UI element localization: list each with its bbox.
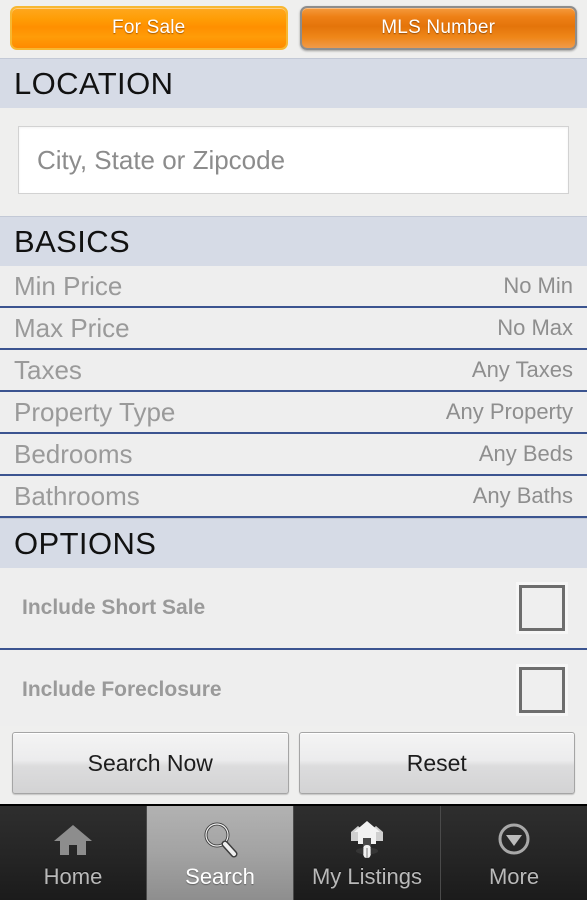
magnifier-icon (198, 818, 242, 862)
section-title-options: OPTIONS (14, 525, 157, 561)
row-bathrooms-value: Any Baths (472, 483, 573, 508)
tab-home-label: Home (43, 864, 103, 889)
search-now-button-label: Search Now (87, 749, 213, 776)
row-include-short-sale-label: Include Short Sale (22, 596, 206, 619)
section-header-location: LOCATION (0, 58, 587, 108)
action-button-bar: Search Now Reset (0, 726, 587, 804)
row-taxes-value: Any Taxes (471, 357, 573, 382)
tab-mls-number[interactable]: MLS Number (299, 6, 577, 50)
row-property-type[interactable]: Property Type Any Property (0, 392, 587, 434)
row-taxes[interactable]: Taxes Any Taxes (0, 350, 587, 392)
row-include-foreclosure[interactable]: Include Foreclosure (0, 650, 587, 732)
search-form-scroll-area[interactable]: LOCATION City, State or Zipcode BASICS M… (0, 58, 587, 804)
row-include-foreclosure-label: Include Foreclosure (22, 678, 222, 701)
row-bedrooms-value: Any Beds (478, 441, 573, 466)
row-taxes-label: Taxes (14, 354, 82, 385)
section-header-basics: BASICS (0, 216, 587, 266)
tab-search-label: Search (185, 864, 255, 889)
chevron-down-circle-icon (492, 818, 536, 862)
search-mode-toggle-bar: For Sale MLS Number (0, 0, 587, 58)
tab-my-listings-label: My Listings (311, 864, 423, 889)
row-bedrooms-label: Bedrooms (14, 438, 133, 469)
tab-search[interactable]: Search (147, 806, 294, 900)
row-property-type-label: Property Type (14, 396, 176, 427)
tab-home[interactable]: Home (0, 806, 147, 900)
tab-for-sale[interactable]: For Sale (10, 6, 288, 50)
row-min-price-label: Min Price (14, 270, 123, 301)
checkbox-include-short-sale[interactable] (519, 585, 565, 631)
tab-my-listings[interactable]: My Listings (294, 806, 441, 900)
row-include-short-sale[interactable]: Include Short Sale (0, 568, 587, 650)
tab-for-sale-label: For Sale (112, 17, 186, 38)
row-max-price[interactable]: Max Price No Max (0, 308, 587, 350)
row-bathrooms[interactable]: Bathrooms Any Baths (0, 476, 587, 518)
tab-mls-number-label: MLS Number (381, 17, 496, 38)
row-bedrooms[interactable]: Bedrooms Any Beds (0, 434, 587, 476)
tab-more-label: More (488, 864, 540, 889)
location-search-input[interactable]: City, State or Zipcode (18, 126, 569, 194)
row-max-price-value: No Max (497, 315, 573, 340)
row-min-price[interactable]: Min Price No Min (0, 266, 587, 308)
row-bathrooms-label: Bathrooms (14, 480, 140, 511)
reset-button[interactable]: Reset (298, 732, 575, 794)
section-title-location: LOCATION (14, 65, 174, 101)
row-property-type-value: Any Property (445, 399, 573, 424)
location-input-wrap: City, State or Zipcode (0, 108, 587, 216)
tab-more[interactable]: More (441, 806, 587, 900)
row-max-price-label: Max Price (14, 312, 130, 343)
section-header-options: OPTIONS (0, 518, 587, 568)
search-now-button[interactable]: Search Now (12, 732, 289, 794)
location-placeholder-text: City, State or Zipcode (37, 144, 286, 175)
section-title-basics: BASICS (14, 223, 131, 259)
checkbox-include-foreclosure[interactable] (519, 667, 565, 713)
bottom-tab-bar: Home Search My Listings More (0, 804, 587, 900)
row-min-price-value: No Min (503, 273, 573, 298)
reset-button-label: Reset (406, 749, 467, 776)
home-icon (51, 818, 95, 862)
houses-pin-icon (342, 818, 392, 862)
